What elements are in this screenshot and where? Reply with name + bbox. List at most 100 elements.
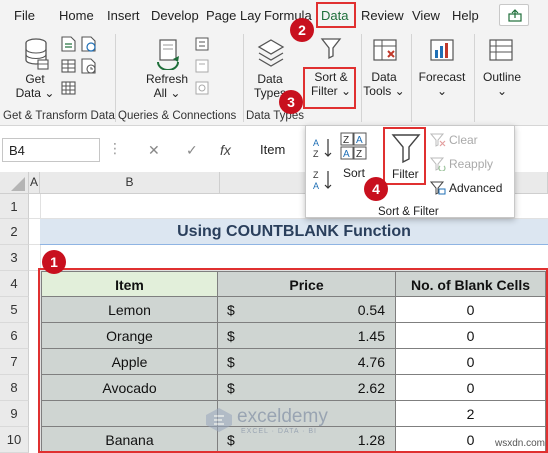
refresh-all-button[interactable]: Refresh All ⌄ [142, 72, 192, 100]
sort-filter-group-label: Sort & Filter [378, 206, 439, 218]
cell-blank-count[interactable]: 2 [396, 401, 546, 427]
row-header-2[interactable]: 2 [0, 219, 29, 245]
tab-data[interactable]: Data [321, 7, 348, 24]
refresh-icon [157, 39, 179, 70]
filter-label: Filter [392, 167, 419, 181]
tab-home[interactable]: Home [59, 7, 94, 24]
group-label-queries: Queries & Connections [118, 110, 237, 122]
row-header-1[interactable]: 1 [0, 194, 29, 219]
reapply-button[interactable]: Reapply [449, 157, 493, 171]
row-header-4[interactable]: 4 [0, 271, 29, 297]
get-data-label-2: Data [15, 86, 41, 100]
tab-view[interactable]: View [412, 7, 440, 24]
data-tools-button[interactable]: Data Tools ⌄ [362, 70, 406, 98]
header-item[interactable]: Item [41, 271, 218, 297]
cell-blank-count[interactable]: 0 [396, 323, 546, 349]
step-badge-1: 1 [42, 250, 66, 274]
tab-page-layout[interactable]: Page Lay [206, 7, 261, 24]
tab-file[interactable]: File [14, 7, 35, 24]
share-button[interactable] [499, 4, 529, 26]
cancel-icon[interactable]: ✕ [148, 142, 160, 159]
row-header-3[interactable]: 3 [0, 245, 29, 271]
chevron-down-icon: ⌄ [340, 84, 352, 98]
properties-icon [195, 59, 209, 73]
sort-z-to-a-icon[interactable]: Z A [312, 168, 334, 192]
cell-item[interactable]: Apple [41, 349, 218, 375]
chevron-down-icon: ⌄ [44, 86, 55, 100]
cell-item[interactable]: Lemon [41, 297, 218, 323]
insert-function-icon[interactable]: fx [220, 142, 231, 158]
cell-blank-count[interactable]: 0 [396, 297, 546, 323]
clear-filter-icon [430, 133, 446, 147]
cell-blank-count[interactable]: 0 [396, 349, 546, 375]
row-header-9[interactable]: 9 [0, 401, 29, 427]
currency-symbol: $ [227, 302, 235, 318]
cell-price[interactable]: $ 1.45 [218, 323, 396, 349]
group-separator [115, 34, 116, 122]
price-value: 1.45 [357, 328, 385, 344]
data-tools-label: Data [371, 70, 397, 84]
sort-label: Sort [343, 166, 366, 180]
sort-filter-label-2: Filter [310, 84, 338, 98]
select-all-corner[interactable] [0, 172, 29, 194]
svg-text:Z: Z [313, 170, 319, 180]
cell-price[interactable]: $ 0.54 [218, 297, 396, 323]
svg-text:A: A [343, 149, 350, 160]
name-box[interactable]: B4 [2, 138, 100, 162]
forecast-icon [430, 39, 454, 61]
chevron-down-icon: ⌄ [436, 84, 448, 98]
column-header-b[interactable]: B [40, 172, 220, 194]
svg-text:A: A [356, 135, 363, 146]
step-badge-4: 4 [364, 177, 388, 201]
data-types-label: Data [257, 72, 283, 86]
currency-symbol: $ [227, 380, 235, 396]
ribbon: Get Data ⌄ Get & Transform Data Refresh … [0, 30, 548, 126]
column-header-a[interactable]: A [29, 172, 40, 194]
formula-value: Item [260, 142, 286, 157]
cell-item[interactable]: Avocado [41, 375, 218, 401]
cell-item[interactable] [41, 401, 218, 427]
options-dots-icon[interactable]: ⋮ [108, 140, 122, 157]
header-price[interactable]: Price [218, 271, 396, 297]
forecast-label: Forecast [418, 70, 466, 84]
share-icon [508, 9, 522, 22]
data-tools-icon [373, 39, 397, 61]
confirm-icon[interactable]: ✓ [186, 142, 198, 159]
from-table-icon [61, 59, 76, 73]
row-header-6[interactable]: 6 [0, 323, 29, 349]
chevron-down-icon: ⌄ [394, 84, 405, 98]
tab-help[interactable]: Help [452, 7, 479, 24]
sort-filter-button[interactable]: Sort & Filter ⌄ [305, 70, 357, 98]
formula-input[interactable]: Item [246, 138, 306, 162]
cell-item[interactable]: Banana [41, 427, 218, 453]
row-header-8[interactable]: 8 [0, 375, 29, 401]
row-header-10[interactable]: 10 [0, 427, 29, 453]
filter-funnel-icon [320, 38, 342, 60]
from-text-icon [61, 36, 76, 52]
clear-button[interactable]: Clear [449, 133, 478, 147]
cell-price[interactable]: $ 4.76 [218, 349, 396, 375]
cell-blank-count[interactable]: 0 [396, 375, 546, 401]
get-data-button[interactable]: Get Data ⌄ [12, 72, 58, 100]
tab-insert[interactable]: Insert [107, 7, 140, 24]
refresh-label-2: All [153, 86, 167, 100]
sheet-title[interactable]: Using COUNTBLANK Function [40, 219, 548, 245]
sort-a-to-z-icon[interactable]: A Z [312, 136, 334, 160]
row-header-5[interactable]: 5 [0, 297, 29, 323]
group-label-get-transform: Get & Transform Data [3, 110, 115, 122]
cell-price[interactable]: $ 2.62 [218, 375, 396, 401]
existing-connections-icon [61, 81, 76, 95]
outline-button[interactable]: Outline ⌄ [478, 70, 526, 98]
watermark-tagline: EXCEL · DATA · BI [241, 428, 317, 435]
row-header-7[interactable]: 7 [0, 349, 29, 375]
header-blank-cells[interactable]: No. of Blank Cells [396, 271, 546, 297]
forecast-button[interactable]: Forecast ⌄ [416, 70, 468, 98]
reapply-filter-icon [430, 157, 446, 171]
tab-review[interactable]: Review [361, 7, 404, 24]
cell-item[interactable]: Orange [41, 323, 218, 349]
data-tools-label-2: Tools [363, 84, 392, 98]
select-all-triangle-icon [11, 177, 25, 191]
advanced-filter-icon [430, 181, 446, 195]
tab-developer[interactable]: Develop [151, 7, 199, 24]
advanced-button[interactable]: Advanced [449, 181, 502, 195]
